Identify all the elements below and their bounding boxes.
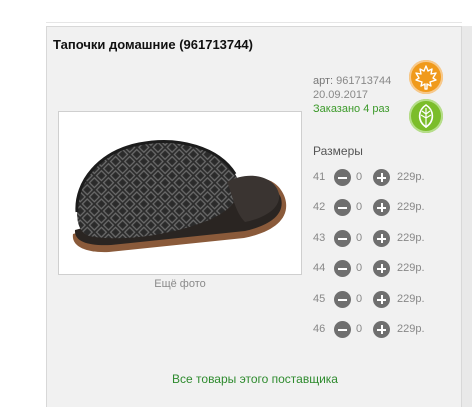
product-photo[interactable] (58, 111, 302, 275)
increase-button[interactable] (373, 199, 390, 216)
size-number: 45 (313, 293, 326, 305)
size-quantity: 0 (356, 262, 363, 274)
size-quantity: 0 (356, 232, 363, 244)
supplier-products-link[interactable]: Все товары этого поставщика (47, 372, 463, 386)
article-label: арт: (313, 75, 334, 87)
decrease-button[interactable] (334, 230, 351, 247)
product-title: Тапочки домашние (961713744) (53, 37, 253, 52)
size-quantity: 0 (356, 201, 363, 213)
scroll-area (461, 26, 472, 407)
product-date: 20.09.2017 (313, 89, 369, 101)
size-number: 46 (313, 323, 326, 335)
decrease-button[interactable] (334, 199, 351, 216)
size-price: 229р. (397, 262, 425, 274)
increase-button[interactable] (373, 291, 390, 308)
size-number: 43 (313, 232, 326, 244)
decrease-button[interactable] (334, 169, 351, 186)
size-price: 229р. (397, 232, 425, 244)
size-price: 229р. (397, 171, 425, 183)
top-divider (46, 22, 462, 23)
product-card: Тапочки домашние (961713744) Ещё фото ар… (46, 26, 462, 407)
size-number: 41 (313, 171, 326, 183)
size-price: 229р. (397, 323, 425, 335)
more-photos-link[interactable]: Ещё фото (47, 278, 313, 290)
size-quantity: 0 (356, 293, 363, 305)
slipper-image (72, 140, 287, 253)
maple-leaf-icon (409, 60, 443, 94)
decrease-button[interactable] (334, 321, 351, 338)
size-price: 229р. (397, 201, 425, 213)
size-number: 44 (313, 262, 326, 274)
increase-button[interactable] (373, 260, 390, 277)
decrease-button[interactable] (334, 291, 351, 308)
article-number: 961713744 (336, 75, 392, 87)
increase-button[interactable] (373, 169, 390, 186)
decrease-button[interactable] (334, 260, 351, 277)
sizes-title: Размеры (313, 144, 363, 158)
increase-button[interactable] (373, 321, 390, 338)
size-number: 42 (313, 201, 326, 213)
size-quantity: 0 (356, 171, 363, 183)
leaf-icon (409, 99, 443, 133)
product-meta: арт: 961713744 20.09.2017 Заказано 4 раз (313, 74, 391, 116)
ordered-count: Заказано 4 раз (313, 103, 390, 115)
increase-button[interactable] (373, 230, 390, 247)
size-quantity: 0 (356, 323, 363, 335)
size-price: 229р. (397, 293, 425, 305)
